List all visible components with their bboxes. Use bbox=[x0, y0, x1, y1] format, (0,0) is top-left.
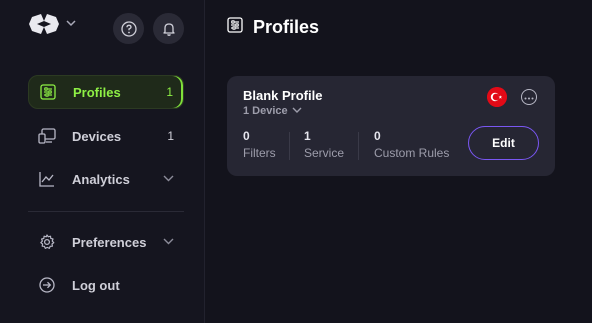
sidebar-item-count: 1 bbox=[166, 85, 173, 99]
profile-name: Blank Profile bbox=[243, 88, 323, 103]
bell-icon bbox=[161, 21, 177, 37]
sidebar-item-logout[interactable]: Log out bbox=[28, 268, 184, 302]
question-icon bbox=[120, 20, 137, 37]
stat-value: 0 bbox=[374, 129, 381, 143]
stat-custom-rules: 0 Custom Rules bbox=[374, 129, 449, 160]
profile-card[interactable]: Blank Profile 1 Device 0 Filters 1 Servi… bbox=[227, 76, 555, 176]
profiles-icon bbox=[227, 17, 243, 38]
sidebar-item-count: 1 bbox=[167, 129, 174, 143]
stat-label: Service bbox=[304, 146, 345, 160]
profiles-icon bbox=[39, 83, 57, 101]
sidebar-item-analytics[interactable]: Analytics bbox=[28, 162, 184, 196]
sidebar-item-devices[interactable]: Devices 1 bbox=[28, 119, 184, 153]
sidebar-item-preferences[interactable]: Preferences bbox=[28, 225, 184, 259]
sidebar-item-label: Devices bbox=[72, 128, 122, 144]
chevron-down-icon bbox=[163, 236, 174, 248]
turkey-flag-icon bbox=[487, 87, 507, 107]
chevron-down-icon bbox=[163, 173, 174, 185]
sidebar-item-label: Preferences bbox=[72, 234, 147, 250]
stat-divider bbox=[289, 132, 290, 160]
device-count: 1 Device bbox=[243, 105, 288, 117]
sidebar: Profiles 1 Devices 1 Analytics Preferenc… bbox=[0, 0, 205, 323]
sidebar-item-label: Analytics bbox=[72, 171, 130, 187]
logout-icon bbox=[38, 276, 56, 294]
stat-divider bbox=[358, 132, 359, 160]
devices-icon bbox=[38, 127, 56, 145]
chevron-down-icon bbox=[66, 18, 76, 30]
help-button[interactable] bbox=[113, 13, 144, 44]
stat-value: 0 bbox=[243, 129, 250, 143]
stat-label: Filters bbox=[243, 146, 276, 160]
sidebar-item-label: Log out bbox=[72, 277, 120, 293]
stat-label: Custom Rules bbox=[374, 146, 450, 160]
logo-icon bbox=[28, 13, 60, 35]
analytics-icon bbox=[38, 170, 56, 188]
more-options-button[interactable] bbox=[521, 89, 537, 105]
page-header: Profiles bbox=[227, 17, 319, 38]
ellipsis-icon bbox=[524, 93, 534, 102]
logo-menu[interactable] bbox=[28, 13, 76, 35]
sidebar-divider bbox=[28, 211, 184, 212]
app-root: Profiles 1 Devices 1 Analytics Preferenc… bbox=[0, 0, 592, 323]
notifications-button[interactable] bbox=[153, 13, 184, 44]
sidebar-item-label: Profiles bbox=[73, 84, 121, 100]
page-title: Profiles bbox=[253, 17, 320, 37]
sidebar-item-profiles[interactable]: Profiles 1 bbox=[28, 75, 184, 109]
stat-filters: 0 Filters bbox=[243, 129, 276, 160]
device-dropdown[interactable]: 1 Device bbox=[243, 105, 302, 117]
chevron-down-icon bbox=[292, 105, 302, 117]
edit-button[interactable]: Edit bbox=[468, 126, 539, 160]
stat-value: 1 bbox=[304, 129, 311, 143]
gear-icon bbox=[38, 233, 56, 251]
stat-service: 1 Service bbox=[304, 129, 344, 160]
